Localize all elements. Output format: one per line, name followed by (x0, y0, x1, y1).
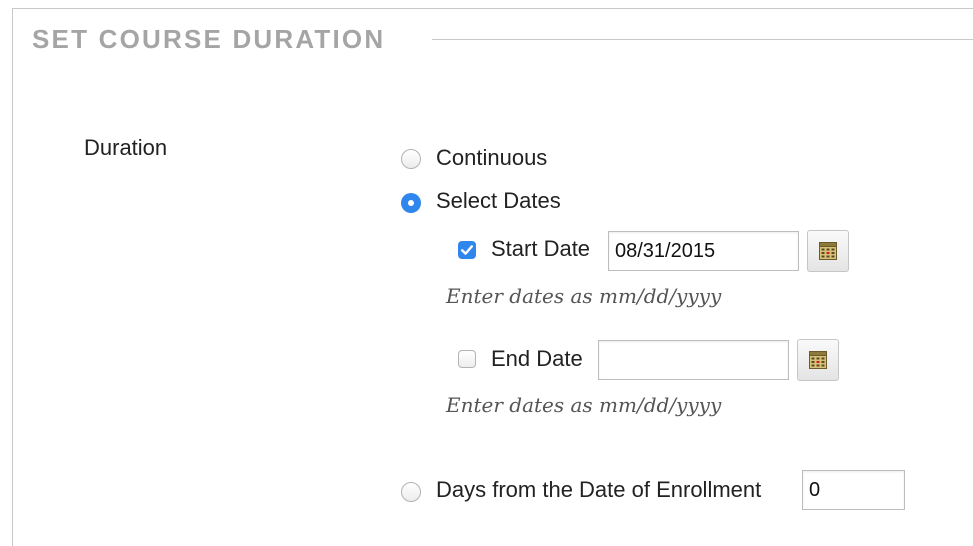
continuous-radio-label[interactable]: Continuous (436, 145, 547, 171)
days-from-enrollment-radio-label[interactable]: Days from the Date of Enrollment (436, 477, 761, 503)
days-from-enrollment-input[interactable] (802, 470, 905, 510)
start-date-label[interactable]: Start Date (491, 236, 590, 262)
continuous-radio[interactable] (401, 149, 421, 169)
start-date-input[interactable] (608, 231, 799, 271)
select-dates-radio-label[interactable]: Select Dates (436, 188, 561, 214)
start-date-calendar-button[interactable] (807, 230, 849, 272)
end-date-calendar-button[interactable] (797, 339, 839, 381)
end-date-label[interactable]: End Date (491, 346, 583, 372)
end-date-format-hint: Enter dates as mm/dd/yyyy (446, 393, 722, 417)
form-section-frame (12, 8, 973, 546)
check-icon (461, 245, 473, 255)
days-from-enrollment-radio[interactable] (401, 482, 421, 502)
section-title: SET COURSE DURATION (32, 24, 386, 54)
calendar-icon (809, 351, 827, 369)
section-title-rule (432, 39, 973, 40)
end-date-input[interactable] (598, 340, 789, 380)
duration-label: Duration (84, 135, 168, 160)
start-date-format-hint: Enter dates as mm/dd/yyyy (446, 284, 722, 308)
start-date-checkbox[interactable] (458, 241, 476, 259)
end-date-checkbox[interactable] (458, 350, 476, 368)
select-dates-radio[interactable] (401, 193, 421, 213)
calendar-icon (819, 242, 837, 260)
